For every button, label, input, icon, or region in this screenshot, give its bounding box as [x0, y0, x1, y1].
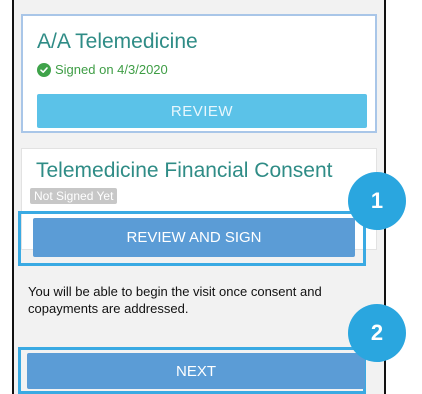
step-marker-1: 1 [348, 172, 406, 230]
review-button[interactable]: REVIEW [37, 94, 367, 128]
check-circle-icon [37, 62, 51, 77]
next-button[interactable]: NEXT [27, 353, 365, 389]
info-message: You will be able to begin the visit once… [28, 284, 322, 316]
signed-status-text: Signed on 4/3/2020 [55, 62, 168, 77]
phone-screen: A/A Telemedicine Signed on 4/3/2020 REVI… [12, 0, 386, 394]
signed-status: Signed on 4/3/2020 [37, 62, 168, 77]
review-and-sign-button[interactable]: REVIEW AND SIGN [33, 218, 355, 257]
consent-card-aa-telemedicine: A/A Telemedicine Signed on 4/3/2020 REVI… [21, 14, 377, 133]
card-title: Telemedicine Financial Consent [36, 159, 333, 182]
status-badge: Not Signed Yet [30, 188, 118, 204]
step-marker-2: 2 [348, 304, 406, 362]
card-title: A/A Telemedicine [37, 30, 198, 53]
